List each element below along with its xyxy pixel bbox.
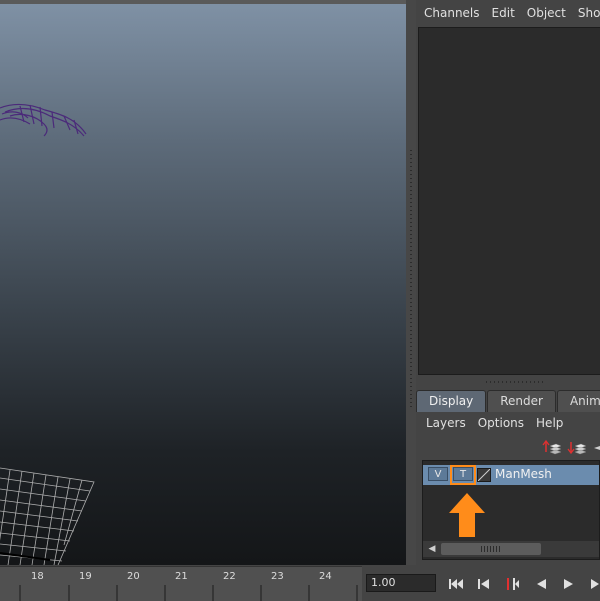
play-forwards-icon[interactable] (559, 575, 579, 593)
menu-help[interactable]: Help (530, 416, 569, 430)
frame-label-24: 24 (319, 571, 332, 582)
frame-label-18: 18 (31, 571, 44, 582)
layer-list-scrollbar[interactable]: ◀ (423, 541, 599, 557)
layer-visibility-toggle[interactable]: V (428, 467, 448, 481)
menu-layers[interactable]: Layers (416, 416, 472, 430)
step-forward-icon[interactable] (586, 575, 600, 593)
viewport-scene (0, 103, 95, 565)
layer-toolbar (416, 436, 600, 458)
frame-label-19: 19 (79, 571, 92, 582)
time-slider-bar: 18 19 20 21 22 23 24 1.00 (0, 566, 600, 601)
frame-label-20: 20 (127, 571, 140, 582)
menu-show[interactable]: Show (572, 6, 600, 20)
current-time-field[interactable]: 1.00 (366, 574, 436, 592)
layer-name[interactable]: ManMesh (495, 467, 552, 481)
layer-color-swatch[interactable] (477, 468, 491, 482)
channel-box-menubar: Channels Edit Object Show (416, 0, 600, 26)
orange-arrow-icon (449, 493, 485, 537)
step-back-key-icon[interactable] (474, 575, 494, 593)
play-backwards-icon[interactable] (531, 575, 551, 593)
menu-options[interactable]: Options (472, 416, 530, 430)
layer-editor-menubar: Layers Options Help (416, 413, 600, 433)
mesh-wireframe (0, 103, 87, 137)
menu-channels[interactable]: Channels (416, 6, 486, 20)
time-ruler[interactable]: 18 19 20 21 22 23 24 (0, 566, 362, 601)
frame-label-21: 21 (175, 571, 188, 582)
vertical-splitter[interactable] (406, 0, 416, 565)
move-layer-up-icon[interactable] (542, 436, 562, 458)
move-layer-down-icon[interactable] (567, 436, 587, 458)
ground-grid (0, 467, 95, 565)
horizontal-splitter[interactable] (416, 378, 600, 386)
tab-anim[interactable]: Anim (556, 390, 600, 412)
scroll-left-arrow-icon[interactable]: ◀ (425, 543, 439, 555)
viewport-3d[interactable] (0, 0, 406, 565)
menu-object[interactable]: Object (521, 6, 572, 20)
layer-list[interactable]: V T ManMesh ◀ (422, 460, 600, 560)
frame-label-22: 22 (223, 571, 236, 582)
frame-label-23: 23 (271, 571, 284, 582)
channel-box[interactable] (418, 27, 600, 375)
template-toggle-highlight (450, 465, 476, 485)
layer-row[interactable]: V T ManMesh (423, 465, 599, 485)
go-to-start-icon[interactable] (446, 575, 466, 593)
layer-editor-tabs: Display Render Anim (416, 390, 600, 412)
tab-display[interactable]: Display (416, 390, 487, 412)
step-back-frame-icon[interactable] (503, 575, 523, 593)
menu-edit[interactable]: Edit (486, 6, 521, 20)
right-panel: Channels Edit Object Show Display Render… (416, 0, 600, 565)
scrollbar-thumb[interactable] (441, 543, 541, 555)
tab-render[interactable]: Render (487, 390, 556, 412)
new-layer-icon[interactable] (592, 436, 600, 458)
